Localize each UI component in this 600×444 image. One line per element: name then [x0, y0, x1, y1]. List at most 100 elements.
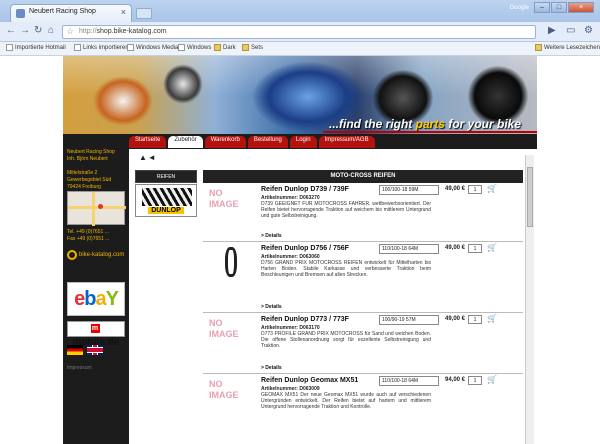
tire-image	[225, 247, 237, 277]
product-row: NO IMAGE Reifen Dunlop D773 / 773F 100/9…	[203, 314, 523, 374]
bookmark-item[interactable]: Windows	[178, 44, 211, 51]
category-header: REIFEN	[135, 170, 197, 183]
browser-toolbar: ← → ↻ ⌂ ☆ http://shop.bike-katalog.com ▶…	[0, 22, 600, 42]
category-tile-dunlop[interactable]: DUNLOP	[135, 184, 197, 217]
product-title[interactable]: Reifen Dunlop D739 / 739F	[261, 186, 349, 193]
nav-tab-login[interactable]: Login	[289, 136, 317, 148]
bookmark-item[interactable]: Links importieren	[74, 44, 129, 51]
bookmark-star-icon[interactable]: ☆	[66, 26, 74, 37]
bookmark-folder[interactable]: Dark	[214, 44, 236, 51]
quantity-input[interactable]: 1	[468, 244, 482, 253]
bookmark-folder[interactable]: Sets	[242, 44, 263, 51]
uk-flag-icon[interactable]	[87, 345, 103, 355]
folder-icon	[242, 44, 249, 51]
nav-tab-bestellung[interactable]: Bestellung	[247, 136, 288, 148]
window-controls: Google – □ ×	[510, 2, 594, 13]
product-row: NO IMAGE Reifen Dunlop Geomax MX51 110/1…	[203, 375, 523, 444]
wrench-icon[interactable]: ⚙	[584, 25, 593, 37]
reload-icon[interactable]: ↻	[34, 25, 42, 37]
close-tab-icon[interactable]: ×	[121, 7, 126, 17]
nav-tab-warenkorb[interactable]: Warenkorb	[204, 136, 246, 148]
bookmarks-bar: Importierte Hotmail Links importieren Wi…	[0, 42, 600, 56]
helmet-image	[163, 64, 203, 104]
details-link[interactable]: > Details	[261, 304, 282, 310]
map-road	[68, 206, 126, 209]
nav-tab-zubehoer[interactable]: Zubehör	[168, 136, 203, 148]
quantity-input[interactable]: 1	[468, 315, 482, 324]
product-price: 49,00 €	[445, 186, 466, 192]
product-list-header: MOTO-CROSS REIFEN	[203, 170, 523, 183]
product-title[interactable]: Reifen Dunlop D756 / 756F	[261, 245, 349, 252]
nav-tab-impressum[interactable]: Impressum/AGB	[318, 136, 375, 148]
media-icon	[127, 44, 134, 51]
back-icon[interactable]: ←	[6, 25, 16, 37]
page-icon	[6, 44, 13, 51]
product-description: D739 GEEIGNET FÜR MOTOCROSS FAHRER, wett…	[261, 201, 431, 219]
scrollbar-thumb[interactable]	[527, 167, 533, 227]
page-icon	[74, 44, 81, 51]
ebay-logo-link[interactable]: ebaY	[67, 282, 125, 316]
window-label: Google	[509, 4, 529, 11]
sidebar-footer[interactable]: Impressum	[67, 365, 92, 371]
mobile-de-logo-link[interactable]: mmobile.de	[67, 321, 125, 348]
tab-title: Neubert Racing Shop	[29, 8, 96, 15]
product-description: GEOMAX MX51 Der neue Geomax MX51 wurde a…	[261, 392, 431, 410]
product-description: D773 PROFILE GRAND PRIX MOTOCROSS für Sa…	[261, 331, 431, 349]
product-price: 94,00 €	[445, 377, 466, 383]
details-link[interactable]: > Details	[261, 233, 282, 239]
map-road	[92, 192, 95, 226]
shop-phone: Tel. +49 (0)7651 ... Fax +49 (0)7651 ...	[67, 229, 110, 242]
home-icon[interactable]: ⌂	[48, 25, 54, 37]
page-viewport: ...find the right parts for your bike St…	[0, 56, 600, 444]
close-window-button[interactable]: ×	[568, 2, 594, 13]
other-bookmarks[interactable]: Weitere Lesezeichen	[535, 44, 600, 51]
motocross-rider-image	[93, 76, 153, 126]
product-title[interactable]: Reifen Dunlop Geomax MX51	[261, 377, 358, 384]
size-select[interactable]: 110/100-18 64M	[379, 376, 439, 386]
size-select[interactable]: 110/100-18 64M	[379, 244, 439, 254]
product-row: Reifen Dunlop D756 / 756F 110/100-18 64M…	[203, 243, 523, 313]
folder-icon	[535, 44, 542, 51]
page-icon	[178, 44, 185, 51]
nav-tab-startseite[interactable]: Startseite	[129, 136, 167, 148]
bike-katalog-link[interactable]: bike-katalog.com	[67, 250, 124, 260]
minimize-button[interactable]: –	[534, 2, 550, 13]
product-title[interactable]: Reifen Dunlop D773 / 773F	[261, 316, 349, 323]
add-to-cart-icon[interactable]: 🛒	[487, 184, 497, 193]
folder-icon	[214, 44, 221, 51]
add-to-cart-icon[interactable]: 🛒	[487, 375, 497, 384]
no-image-placeholder: NO IMAGE	[209, 379, 239, 400]
address-bar[interactable]: ☆ http://shop.bike-katalog.com	[62, 25, 536, 39]
brand-label: DUNLOP	[136, 207, 196, 214]
add-to-cart-icon[interactable]: 🛒	[487, 314, 497, 323]
page-arrows[interactable]: ▲◄	[139, 153, 157, 162]
add-to-cart-icon[interactable]: 🛒	[487, 243, 497, 252]
favicon-icon	[16, 9, 25, 18]
main-nav: Startseite Zubehör Warenkorb Bestellung …	[129, 136, 375, 148]
product-row: NO IMAGE Reifen Dunlop D739 / 739F 100/1…	[203, 184, 523, 242]
german-flag-icon[interactable]	[67, 345, 83, 355]
size-select[interactable]: 100/90-19 57M	[379, 315, 439, 325]
play-icon[interactable]: ▶	[548, 25, 556, 37]
details-link[interactable]: > Details	[261, 365, 282, 371]
banner-slogan: ...find the right parts for your bike	[328, 117, 521, 131]
page-menu-icon[interactable]: ▭	[566, 25, 575, 37]
header-banner: ...find the right parts for your bike	[63, 56, 537, 134]
bookmark-item[interactable]: Importierte Hotmail	[6, 44, 66, 51]
browser-tab[interactable]: Neubert Racing Shop ×	[10, 4, 132, 22]
language-flags	[67, 345, 103, 355]
url-host: shop.bike-katalog.com	[96, 28, 167, 35]
maximize-button[interactable]: □	[551, 2, 567, 13]
size-select[interactable]: 100/100-18 59M	[379, 185, 439, 195]
product-price: 49,00 €	[445, 245, 466, 251]
bookmark-item[interactable]: Windows Media	[127, 44, 178, 51]
quantity-input[interactable]: 1	[468, 376, 482, 385]
tire-tread-image	[142, 188, 192, 206]
forward-icon[interactable]: →	[20, 25, 30, 37]
map-pin-icon	[98, 204, 103, 209]
shop-site: ...find the right parts for your bike St…	[63, 56, 537, 444]
content-scrollbar[interactable]	[525, 155, 534, 444]
location-map[interactable]	[67, 191, 126, 226]
quantity-input[interactable]: 1	[468, 185, 482, 194]
new-tab-button[interactable]	[136, 8, 152, 19]
